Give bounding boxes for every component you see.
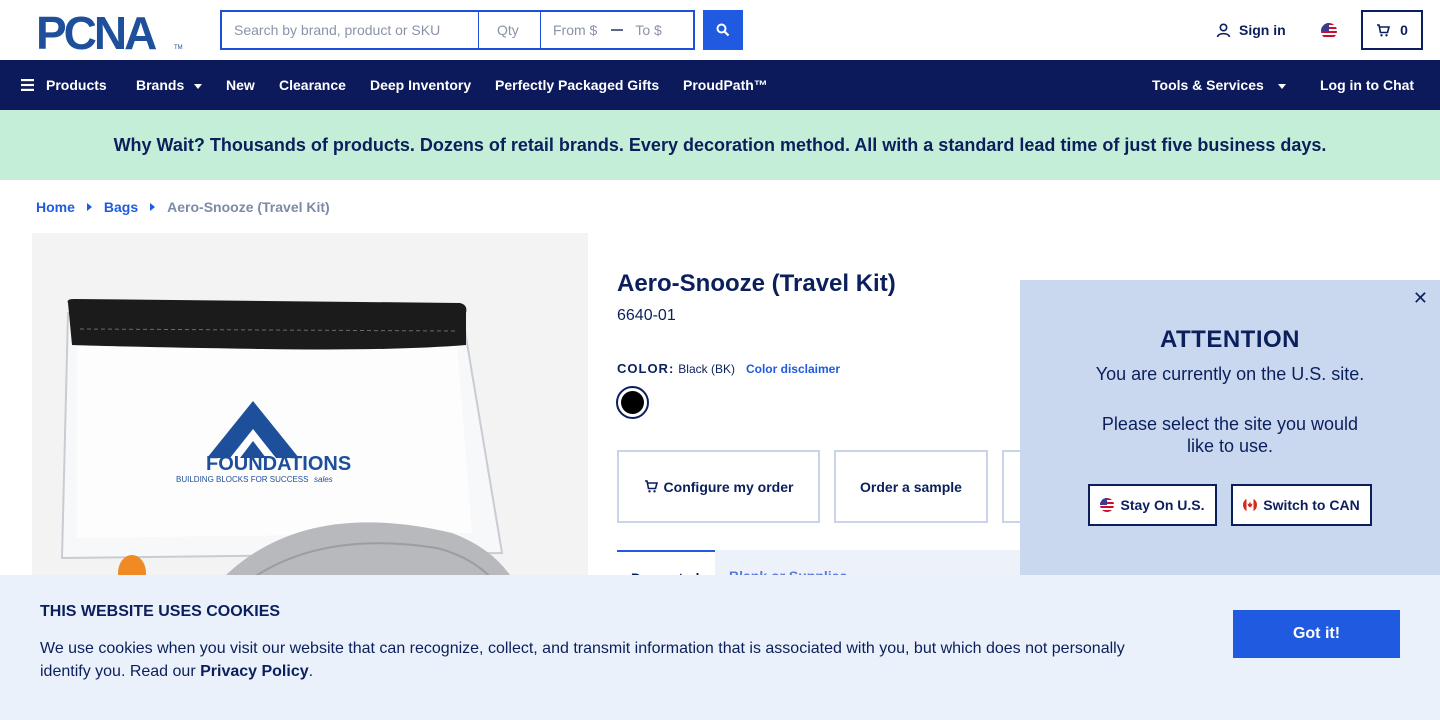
cart-icon <box>644 480 658 493</box>
us-flag-icon <box>1100 498 1115 512</box>
search-button[interactable] <box>703 10 743 50</box>
nav-products[interactable]: Products <box>21 77 107 93</box>
modal-current-site-text: You are currently on the U.S. site. <box>1095 364 1365 384</box>
nav-gifts[interactable]: Perfectly Packaged Gifts <box>495 77 659 93</box>
color-disclaimer-link[interactable]: Color disclaimer <box>746 362 840 376</box>
cart-button[interactable]: 0 <box>1361 10 1423 50</box>
nav-brands-label: Brands <box>136 77 185 93</box>
stay-us-button[interactable]: Stay On U.S. <box>1088 484 1217 526</box>
color-label: COLOR: <box>617 361 675 376</box>
order-sample-label: Order a sample <box>860 478 962 495</box>
sign-in-link[interactable]: Sign in <box>1216 22 1286 38</box>
nav-clearance[interactable]: Clearance <box>279 77 346 93</box>
product-sku: 6640-01 <box>617 307 676 324</box>
product-title: Aero-Snooze (Travel Kit) <box>617 270 896 297</box>
got-it-label: Got it! <box>1292 625 1341 642</box>
switch-can-button[interactable]: Switch to CAN <box>1231 484 1372 526</box>
configure-order-label: Configure my order <box>663 478 794 495</box>
range-dash <box>611 29 624 31</box>
cart-icon <box>1377 23 1391 36</box>
close-icon[interactable]: ✕ <box>1413 288 1428 309</box>
cart-count: 0 <box>1400 22 1408 38</box>
search-icon <box>716 23 730 37</box>
caret-right-icon <box>150 203 156 211</box>
nav-tools-label: Tools & Services <box>1152 77 1264 93</box>
us-flag-icon[interactable] <box>1321 23 1337 39</box>
nav-brands[interactable]: Brands <box>136 77 203 93</box>
cookie-title: THIS WEBSITE USES COOKIES <box>40 603 281 620</box>
privacy-policy-link[interactable]: Privacy Policy <box>200 663 309 680</box>
top-bar: PCNA TM Search by brand, product or SKU … <box>0 0 1440 60</box>
nav-products-label: Products <box>46 77 107 93</box>
nav-chat[interactable]: Log in to Chat <box>1320 77 1414 93</box>
swatch-fill <box>621 391 644 414</box>
price-to-input[interactable]: To $ <box>635 22 661 38</box>
image-logo-text: FOUNDATIONS <box>206 453 351 475</box>
color-swatch-black[interactable] <box>616 386 649 419</box>
got-it-button[interactable]: Got it! <box>1233 610 1400 658</box>
color-value: Black (BK) <box>678 361 735 376</box>
region-modal: ✕ ATTENTION You are currently on the U.S… <box>1020 280 1440 580</box>
color-row: COLOR: Black (BK) Color disclaimer <box>617 361 840 376</box>
promo-text: Why Wait? Thousands of products. Dozens … <box>113 134 1327 155</box>
search-input[interactable]: Search by brand, product or SKU <box>220 10 478 50</box>
logo-text: PCNA <box>36 11 156 51</box>
nav-deep-inventory[interactable]: Deep Inventory <box>370 77 471 93</box>
breadcrumb-current: Aero-Snooze (Travel Kit) <box>167 199 330 215</box>
price-range-input[interactable]: From $ To $ <box>540 10 695 50</box>
promo-banner: Why Wait? Thousands of products. Dozens … <box>0 110 1440 180</box>
order-sample-button[interactable]: Order a sample <box>834 450 988 523</box>
caret-right-icon <box>86 203 92 211</box>
qty-input[interactable]: Qty <box>478 10 540 50</box>
stay-us-label: Stay On U.S. <box>1120 497 1205 513</box>
search-bar: Search by brand, product or SKU Qty From… <box>220 10 743 50</box>
modal-select-text: Please select the site you would like to… <box>1101 414 1359 456</box>
user-icon <box>1216 22 1231 37</box>
canada-flag-icon <box>1243 498 1258 512</box>
breadcrumb-bags[interactable]: Bags <box>104 199 138 215</box>
configure-order-button[interactable]: Configure my order <box>617 450 820 523</box>
modal-title: ATTENTION <box>1159 326 1301 353</box>
image-logo-subtext: BUILDING BLOCKS FOR SUCCESS <box>176 475 308 484</box>
breadcrumb: Home Bags Aero-Snooze (Travel Kit) <box>36 199 330 215</box>
cookie-banner: THIS WEBSITE USES COOKIES We use cookies… <box>0 575 1440 720</box>
main-nav: Products Brands New Clearance Deep Inven… <box>0 60 1440 110</box>
chevron-down-icon <box>1277 83 1286 89</box>
image-logo-subtext-2: sales <box>314 475 333 484</box>
pcna-logo[interactable]: PCNA TM <box>36 11 186 51</box>
price-from-input[interactable]: From $ <box>553 22 597 38</box>
chevron-down-icon <box>194 83 203 89</box>
hamburger-icon <box>21 79 34 91</box>
cookie-text: We use cookies when you visit our websit… <box>40 637 1150 683</box>
cookie-period: . <box>308 663 314 680</box>
svg-text:TM: TM <box>174 45 183 51</box>
nav-proudpath[interactable]: ProudPath™ <box>683 77 768 93</box>
switch-can-label: Switch to CAN <box>1263 497 1360 513</box>
sign-in-label: Sign in <box>1239 22 1286 38</box>
nav-tools-services[interactable]: Tools & Services <box>1152 77 1286 93</box>
nav-new[interactable]: New <box>226 77 255 93</box>
breadcrumb-home[interactable]: Home <box>36 199 75 215</box>
